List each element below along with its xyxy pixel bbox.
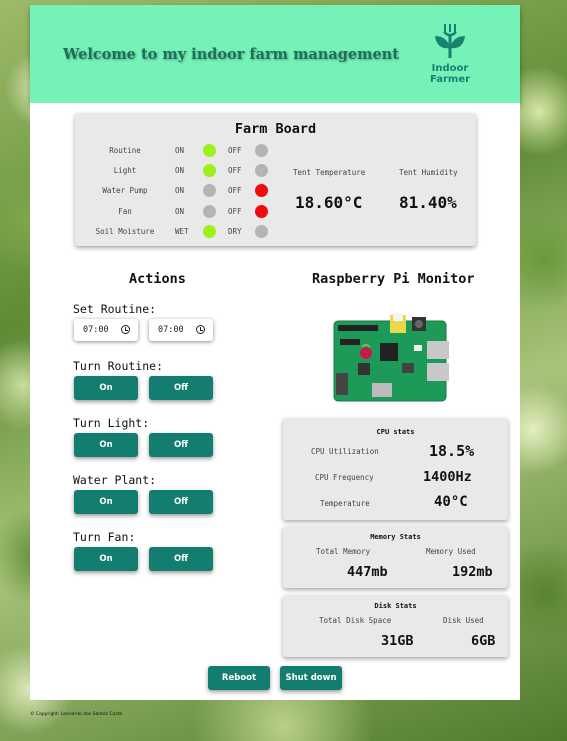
- light-off-button[interactable]: Off: [149, 433, 213, 457]
- status-label: Routine: [109, 146, 141, 155]
- status-row-routine: Routine ON OFF: [75, 143, 275, 159]
- on-indicator: [203, 164, 216, 177]
- off-indicator: [255, 205, 268, 218]
- raspberry-pi-board-image: [333, 313, 449, 402]
- memory-stats-card: Memory Stats Total Memory 447mb Memory U…: [283, 526, 508, 588]
- memory-used-value: 192mb: [452, 564, 493, 580]
- light-on-button[interactable]: On: [74, 433, 138, 457]
- status-row-soil-moisture: Soil Moisture WET DRY: [75, 224, 275, 240]
- cpu-frequency-label: CPU Frequency: [315, 473, 374, 482]
- disk-used-value: 6GB: [471, 633, 496, 649]
- turn-light-label: Turn Light:: [73, 416, 150, 430]
- logo-text-line1: Indoor: [431, 63, 469, 74]
- total-memory-label: Total Memory: [316, 547, 371, 556]
- reboot-button[interactable]: Reboot: [208, 666, 270, 690]
- disk-stats-title: Disk Stats: [374, 602, 417, 610]
- total-memory-value: 447mb: [347, 564, 388, 580]
- cpu-stats-card: CPU stats CPU Utilization 18.5% CPU Freq…: [283, 418, 508, 520]
- off-indicator: [255, 144, 268, 157]
- routine-off-button[interactable]: Off: [149, 376, 213, 400]
- on-indicator: [203, 205, 216, 218]
- fan-on-button[interactable]: On: [74, 547, 138, 571]
- off-label: OFF: [228, 166, 242, 175]
- on-indicator: [203, 184, 216, 197]
- status-label: Soil Moisture: [95, 227, 155, 236]
- on-label: WET: [175, 227, 189, 236]
- clock-icon[interactable]: [121, 325, 130, 334]
- status-row-water-pump: Water Pump ON OFF: [75, 183, 275, 199]
- off-label: DRY: [228, 227, 242, 236]
- plant-fork-icon: [435, 24, 465, 58]
- total-disk-value: 31GB: [381, 633, 414, 649]
- disk-used-label: Disk Used: [443, 616, 484, 625]
- off-indicator: [255, 164, 268, 177]
- actions-title: Actions: [129, 271, 186, 287]
- tent-temperature-label: Tent Temperature: [293, 168, 366, 177]
- routine-start-time-input[interactable]: 07:00: [74, 319, 138, 341]
- off-indicator: [255, 225, 268, 238]
- status-label: Light: [113, 166, 137, 175]
- set-routine-label: Set Routine:: [73, 302, 157, 316]
- off-label: OFF: [228, 186, 242, 195]
- tent-temperature-value: 18.60°C: [295, 193, 363, 212]
- on-label: ON: [175, 166, 185, 175]
- routine-end-time-input[interactable]: 07:00: [149, 319, 213, 341]
- cpu-utilization-label: CPU Utilization: [311, 447, 379, 456]
- total-disk-label: Total Disk Space: [319, 616, 392, 625]
- off-indicator: [255, 184, 268, 197]
- routine-end-value: 07:00: [158, 325, 184, 335]
- cpu-temperature-label: Temperature: [320, 499, 370, 508]
- on-label: ON: [175, 207, 185, 216]
- farm-board-card: Farm Board Routine ON OFF Light ON OFF W…: [75, 113, 476, 246]
- memory-used-label: Memory Used: [426, 547, 476, 556]
- on-label: ON: [175, 186, 185, 195]
- tent-humidity-label: Tent Humidity: [399, 168, 458, 177]
- fan-off-button[interactable]: Off: [149, 547, 213, 571]
- status-label: Fan: [118, 207, 132, 216]
- header-banner: Welcome to my indoor farm management Ind…: [30, 5, 520, 103]
- status-row-light: Light ON OFF: [75, 163, 275, 179]
- memory-stats-title: Memory Stats: [370, 533, 421, 541]
- routine-start-value: 07:00: [83, 325, 109, 335]
- shutdown-button[interactable]: Shut down: [280, 666, 342, 690]
- clock-icon[interactable]: [196, 325, 205, 334]
- water-on-button[interactable]: On: [74, 490, 138, 514]
- farm-board-title: Farm Board: [234, 121, 317, 137]
- logo-text-line2: Farmer: [429, 74, 471, 85]
- water-plant-label: Water Plant:: [73, 473, 157, 487]
- off-label: OFF: [228, 146, 242, 155]
- cpu-stats-title: CPU stats: [376, 428, 415, 436]
- off-label: OFF: [228, 207, 242, 216]
- footer-copyright: © Copyright: Leonardo dos Santos Costa: [30, 712, 123, 717]
- routine-on-button[interactable]: On: [74, 376, 138, 400]
- on-indicator: [203, 144, 216, 157]
- turn-fan-label: Turn Fan:: [73, 530, 136, 544]
- on-label: ON: [175, 146, 185, 155]
- tent-humidity-value: 81.40%: [399, 193, 457, 212]
- cpu-utilization-value: 18.5%: [429, 442, 475, 460]
- page-title: Welcome to my indoor farm management: [63, 46, 399, 63]
- cpu-frequency-value: 1400Hz: [423, 469, 472, 485]
- turn-routine-label: Turn Routine:: [73, 359, 164, 373]
- disk-stats-card: Disk Stats Total Disk Space 31GB Disk Us…: [283, 595, 508, 657]
- indoor-farmer-logo: Indoor Farmer: [425, 22, 475, 97]
- status-label: Water Pump: [102, 186, 148, 195]
- cpu-temperature-value: 40°C: [434, 494, 468, 510]
- on-indicator: [203, 225, 216, 238]
- water-off-button[interactable]: Off: [149, 490, 213, 514]
- main-panel: Farm Board Routine ON OFF Light ON OFF W…: [30, 103, 520, 700]
- monitor-title: Raspberry Pi Monitor: [312, 271, 475, 287]
- status-row-fan: Fan ON OFF: [75, 204, 275, 220]
